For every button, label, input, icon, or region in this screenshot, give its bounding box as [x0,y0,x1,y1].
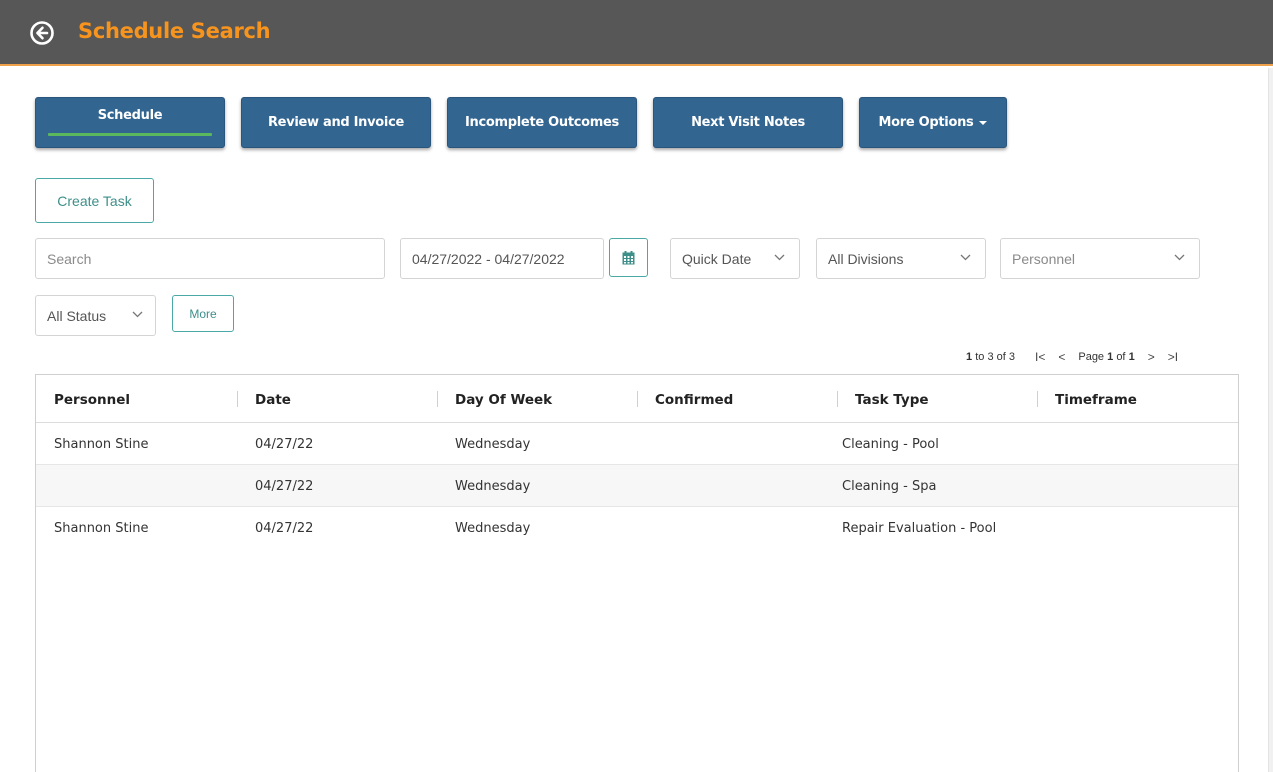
cell-date: 04/27/22 [255,437,314,452]
cell-date: 04/27/22 [255,521,314,536]
pager-pages: 1 [1128,351,1135,363]
column-header-confirmed[interactable]: Confirmed [655,392,733,408]
pager-page-text: Page [1078,351,1105,363]
column-resize-handle[interactable] [237,391,238,407]
table-row[interactable]: Shannon Stine 04/27/22 Wednesday Cleanin… [36,423,1238,465]
active-tab-indicator [48,133,212,136]
last-page-icon[interactable]: >I [1168,350,1178,364]
tab-review-and-invoice[interactable]: Review and Invoice [241,97,431,148]
pager-page: 1 [1107,351,1114,363]
arrow-circle-left-icon[interactable] [30,21,54,45]
chevron-down-icon [1174,254,1185,261]
more-filters-label: More [189,306,217,321]
column-header-timeframe[interactable]: Timeframe [1055,392,1137,408]
column-resize-handle[interactable] [637,391,638,407]
tab-schedule[interactable]: Schedule [35,97,225,148]
pager-from: 1 [966,351,973,363]
column-resize-handle[interactable] [837,391,838,407]
table-row[interactable]: 04/27/22 Wednesday Cleaning - Spa [36,465,1238,507]
table-header: Personnel Date Day Of Week Confirmed Tas… [36,375,1238,423]
scrollbar[interactable] [1268,68,1273,772]
pager-of-text: of [996,351,1006,363]
column-header-personnel[interactable]: Personnel [54,392,130,408]
pagination: 1 to 3 of 3 I< < Page 1 of 1 > >I [966,349,1178,365]
chevron-down-icon [960,254,971,261]
quick-date-select[interactable]: Quick Date [670,238,800,279]
status-select[interactable]: All Status [35,295,156,336]
divisions-value: All Divisions [828,250,904,267]
more-filters-button[interactable]: More [172,295,234,332]
tab-next-visit-notes[interactable]: Next Visit Notes [653,97,843,148]
cell-task-type: Repair Evaluation - Pool [842,521,997,536]
schedule-table: Personnel Date Day Of Week Confirmed Tas… [35,374,1239,772]
next-page-icon[interactable]: > [1148,350,1155,364]
search-input[interactable] [47,250,384,267]
app-header: Schedule Search [0,0,1273,66]
tab-next-visit-label: Next Visit Notes [691,115,805,130]
create-task-label: Create Task [57,192,132,209]
calendar-button[interactable] [609,238,648,277]
date-range-value: 04/27/2022 - 04/27/2022 [412,250,565,267]
prev-page-icon[interactable]: < [1058,350,1065,364]
caret-down-icon [979,120,988,125]
column-header-date[interactable]: Date [255,392,291,408]
table-row[interactable]: Shannon Stine 04/27/22 Wednesday Repair … [36,507,1238,549]
tab-incomplete-outcomes[interactable]: Incomplete Outcomes [447,97,637,148]
tab-review-label: Review and Invoice [267,115,405,130]
column-resize-handle[interactable] [1037,391,1038,407]
search-field[interactable] [35,238,385,279]
quick-date-value: Quick Date [682,250,752,267]
column-header-task-type[interactable]: Task Type [855,392,929,408]
more-options-button[interactable]: More Options [859,97,1007,148]
create-task-button[interactable]: Create Task [35,178,154,223]
tab-schedule-label: Schedule [97,108,163,123]
cell-day-of-week: Wednesday [455,479,531,494]
divisions-select[interactable]: All Divisions [816,238,986,279]
status-value: All Status [47,307,107,324]
cell-personnel: Shannon Stine [54,437,149,452]
cell-personnel: Shannon Stine [54,521,149,536]
more-options-label: More Options [878,115,974,130]
cell-day-of-week: Wednesday [455,437,531,452]
cell-task-type: Cleaning - Spa [842,479,937,494]
date-range-field[interactable]: 04/27/2022 - 04/27/2022 [400,238,604,279]
page-title: Schedule Search [78,19,271,43]
column-header-day-of-week[interactable]: Day Of Week [455,392,552,408]
pager-total: 3 [1008,351,1015,363]
pager-of2: of [1116,351,1126,363]
cell-date: 04/27/22 [255,479,314,494]
cell-day-of-week: Wednesday [455,521,531,536]
chevron-down-icon [132,311,143,318]
column-resize-handle[interactable] [437,391,438,407]
personnel-select[interactable]: Personnel [1000,238,1200,279]
pager-to: 3 [987,351,994,363]
cell-task-type: Cleaning - Pool [842,437,939,452]
pager-to-text: to [975,351,985,363]
tab-incomplete-label: Incomplete Outcomes [465,115,619,130]
chevron-down-icon [774,254,785,261]
first-page-icon[interactable]: I< [1035,350,1045,364]
calendar-icon [622,250,635,264]
personnel-placeholder: Personnel [1012,250,1076,267]
